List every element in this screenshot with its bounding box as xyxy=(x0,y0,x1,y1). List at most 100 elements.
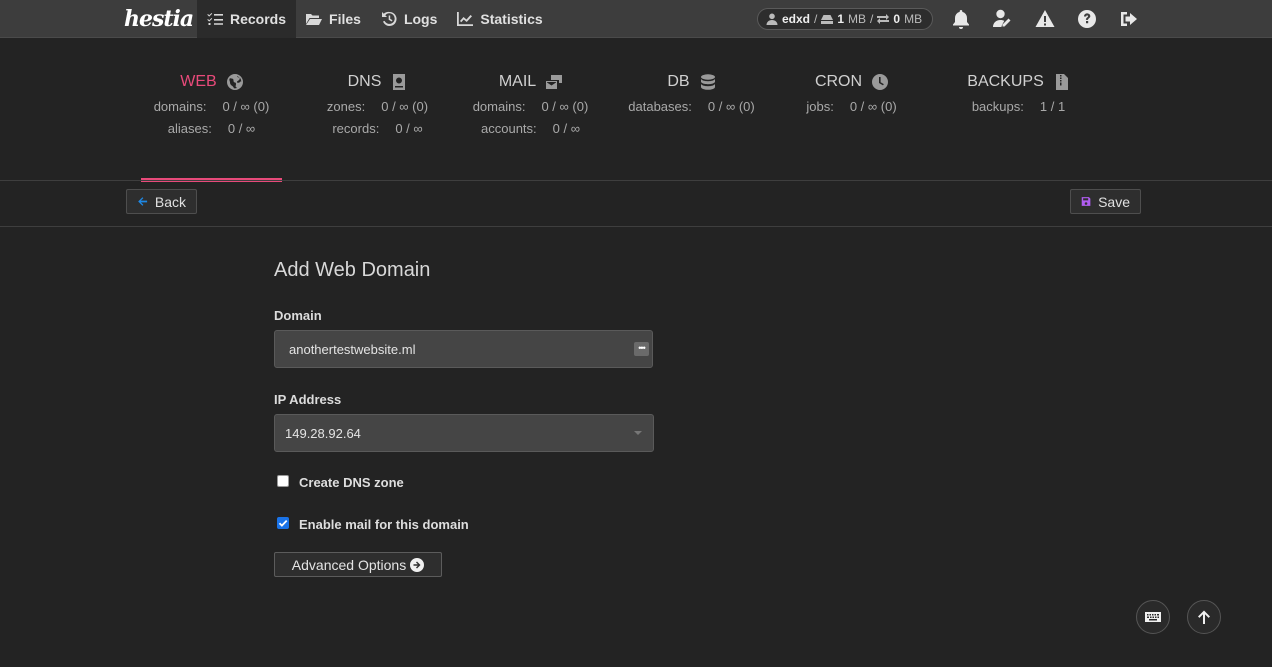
stat-value: 0 / ∞ xyxy=(227,121,256,136)
create-dns-zone-label[interactable]: Create DNS zone xyxy=(299,475,404,490)
stat-value: 0 / ∞ (0) xyxy=(707,99,755,114)
enable-mail-checkbox[interactable] xyxy=(277,517,289,529)
ip-address-value: 149.28.92.64 xyxy=(285,425,361,441)
clock-icon xyxy=(872,74,889,90)
advanced-options-button[interactable]: Advanced Options xyxy=(274,552,442,577)
database-icon xyxy=(700,74,715,90)
domain-label: Domain xyxy=(274,308,322,323)
stat-label: domains: xyxy=(472,99,526,114)
username: edxd xyxy=(782,12,811,26)
ip-address-select[interactable]: 149.28.92.64 xyxy=(274,414,654,452)
disk-usage-unit: MB xyxy=(848,12,867,26)
back-label: Back xyxy=(154,193,186,210)
folder-open-icon xyxy=(306,14,323,25)
chart-line-icon xyxy=(457,12,474,26)
hestia-logo[interactable]: hestia xyxy=(124,3,194,35)
top-icons xyxy=(950,7,1140,31)
nav-records-label: Records xyxy=(230,11,287,27)
nav-files[interactable]: Files xyxy=(296,0,371,38)
scroll-to-top-button[interactable] xyxy=(1187,600,1221,634)
help-button[interactable] xyxy=(1076,7,1098,31)
top-bar: hestia Records Files Logs Statistics edx… xyxy=(0,0,1272,38)
page-title: Add Web Domain xyxy=(274,259,431,281)
stat-row: domains: 0 / ∞ (0) xyxy=(460,99,601,114)
stat-row: aliases: 0 / ∞ xyxy=(141,121,282,136)
history-icon xyxy=(381,11,397,26)
stat-label: zones: xyxy=(326,99,366,114)
stat-title: CRON xyxy=(814,73,863,90)
hdd-icon xyxy=(821,15,834,24)
stat-row: jobs: 0 / ∞ (0) xyxy=(781,99,922,114)
stat-label: records: xyxy=(332,121,380,136)
logout-button[interactable] xyxy=(1118,7,1140,31)
arrow-up-icon xyxy=(1198,610,1210,624)
stat-row: databases: 0 / ∞ (0) xyxy=(621,99,762,114)
stat-value: 1 / 1 xyxy=(1039,99,1066,114)
save-label: Save xyxy=(1098,193,1130,210)
stat-value: 0 / ∞ xyxy=(395,121,423,136)
chevron-down-icon xyxy=(634,431,642,435)
mail-bulk-icon xyxy=(546,75,563,89)
nav-logs[interactable]: Logs xyxy=(371,0,447,38)
help-icon xyxy=(1078,10,1096,28)
stat-title: DB xyxy=(667,73,690,90)
create-dns-zone-checkbox[interactable] xyxy=(277,475,289,487)
stat-value: 0 / ∞ (0) xyxy=(541,99,589,114)
stat-title: DNS xyxy=(347,73,382,90)
nav-statistics[interactable]: Statistics xyxy=(447,0,552,38)
file-archive-icon xyxy=(1055,74,1068,90)
stat-tab-db[interactable]: DB databases: 0 / ∞ (0) xyxy=(621,60,762,182)
nav-records[interactable]: Records xyxy=(197,0,297,38)
save-button[interactable]: Save xyxy=(1070,189,1141,214)
stat-title: MAIL xyxy=(498,73,537,90)
save-icon xyxy=(1081,197,1091,206)
stat-row: backups: 1 / 1 xyxy=(948,99,1089,114)
back-button[interactable]: Back xyxy=(126,189,197,214)
list-check-icon xyxy=(207,13,223,25)
advanced-options-label: Advanced Options xyxy=(291,556,407,573)
checkmark-icon xyxy=(278,519,288,527)
separator: / xyxy=(814,12,818,26)
stat-label: aliases: xyxy=(167,121,212,136)
address-book-icon xyxy=(393,74,406,90)
edit-user-button[interactable] xyxy=(992,7,1014,31)
keyboard-shortcuts-button[interactable] xyxy=(1136,600,1170,634)
exchange-icon xyxy=(877,14,890,24)
arrow-circle-right-icon xyxy=(410,557,425,572)
keyboard-icon xyxy=(1145,612,1161,622)
stat-tab-dns[interactable]: DNS zones: 0 / ∞ (0) records: 0 / ∞ xyxy=(307,60,448,182)
notifications-button[interactable] xyxy=(950,7,972,31)
logout-icon xyxy=(1121,12,1137,26)
stat-tab-web[interactable]: WEB domains: 0 / ∞ (0) aliases: 0 / ∞ xyxy=(141,60,282,182)
nav-logs-label: Logs xyxy=(403,11,438,27)
stat-title: BACKUPS xyxy=(967,73,1044,90)
alerts-button[interactable] xyxy=(1034,7,1056,31)
stat-row: domains: 0 / ∞ (0) xyxy=(141,99,282,114)
password-manager-icon[interactable]: ••• xyxy=(634,342,649,356)
stat-label: accounts: xyxy=(481,121,537,136)
stats-tabs: WEB domains: 0 / ∞ (0) aliases: 0 / ∞ DNS … xyxy=(141,60,1131,182)
stat-row: records: 0 / ∞ xyxy=(307,121,448,136)
nav-files-label: Files xyxy=(329,11,361,27)
arrow-left-icon xyxy=(138,197,148,206)
stat-label: backups: xyxy=(971,99,1024,114)
stat-tab-mail[interactable]: MAIL domains: 0 / ∞ (0) accounts: 0 / ∞ xyxy=(460,60,601,182)
nav-statistics-label: Statistics xyxy=(480,11,543,27)
stat-row: accounts: 0 / ∞ xyxy=(460,121,601,136)
bell-icon xyxy=(953,10,969,29)
bandwidth-unit: MB xyxy=(904,12,923,26)
stat-tab-backups[interactable]: BACKUPS backups: 1 / 1 xyxy=(948,60,1089,182)
stat-title: WEB xyxy=(180,73,217,90)
user-info-pill[interactable]: edxd / 1 MB / 0 MB xyxy=(757,8,933,30)
ip-address-label: IP Address xyxy=(274,392,342,407)
stat-tab-cron[interactable]: CRON jobs: 0 / ∞ (0) xyxy=(781,60,922,182)
warning-icon xyxy=(1035,10,1055,27)
stat-value: 0 / ∞ xyxy=(552,121,580,136)
enable-mail-label[interactable]: Enable mail for this domain xyxy=(299,517,469,532)
stat-value: 0 / ∞ (0) xyxy=(849,99,897,114)
divider xyxy=(0,226,1272,227)
domain-input[interactable]: anothertestwebsite.ml ••• xyxy=(274,330,653,368)
stat-row: zones: 0 / ∞ (0) xyxy=(307,99,448,114)
stat-label: jobs: xyxy=(806,99,834,114)
user-edit-icon xyxy=(993,9,1011,27)
